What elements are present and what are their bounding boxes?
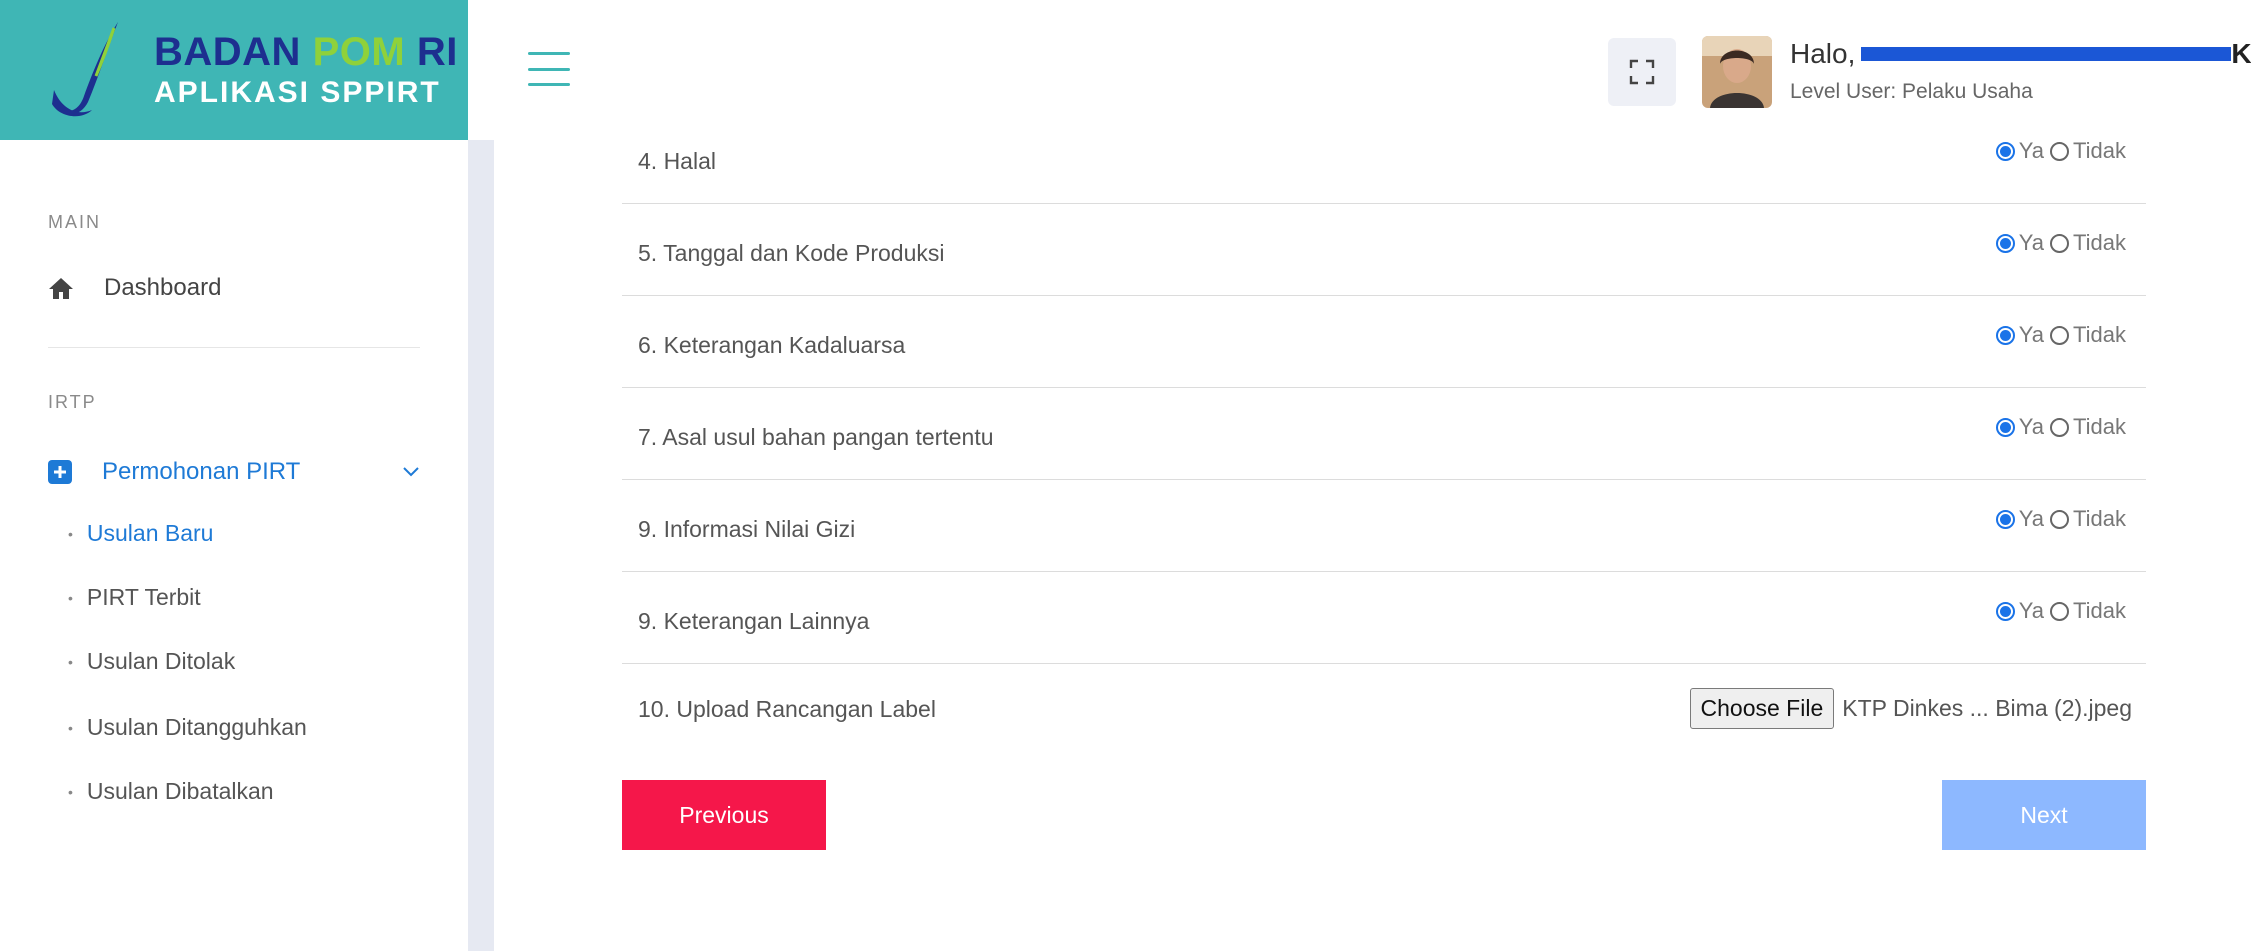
radio-group: Ya Tidak — [1995, 414, 2132, 440]
user-level: Level User: Pelaku Usaha — [1790, 80, 2033, 103]
brand-badan: BADAN — [154, 30, 301, 74]
radio-label-ya: Ya — [2018, 598, 2045, 623]
radio-label-ya: Ya — [2018, 138, 2045, 163]
sidebar-subitem-label: PIRT Terbit — [86, 584, 201, 610]
radio-tidak[interactable] — [2050, 509, 2070, 529]
radio-ya[interactable] — [1995, 417, 2015, 437]
sidebar-subitem-usulan-ditangguhkan[interactable]: • Usulan Ditangguhkan — [68, 714, 307, 741]
hamburger-icon[interactable] — [528, 52, 570, 86]
chevron-down-icon — [403, 467, 419, 477]
radio-group: Ya Tidak — [1995, 230, 2132, 256]
radio-group: Ya Tidak — [1995, 506, 2132, 532]
radio-label-ya: Ya — [2018, 414, 2045, 439]
form-label: 7. Asal usul bahan pangan tertentu — [638, 424, 994, 450]
radio-label-ya: Ya — [2018, 322, 2045, 347]
sidebar-section-main: MAIN — [48, 212, 101, 232]
radio-ya[interactable] — [1995, 509, 2015, 529]
brand-app-name: APLIKASI SPPIRT — [154, 76, 441, 109]
radio-group: Ya Tidak — [1995, 322, 2132, 348]
radio-label-ya: Ya — [2018, 506, 2045, 531]
form-label: 10. Upload Rancangan Label — [638, 696, 936, 722]
fullscreen-button[interactable] — [1608, 38, 1676, 106]
avatar[interactable] — [1702, 36, 1772, 108]
sidebar-subitem-usulan-ditolak[interactable]: • Usulan Ditolak — [68, 648, 235, 675]
form-row-informasi-nilai-gizi: 9. Informasi Nilai Gizi Ya Tidak — [622, 480, 2146, 572]
radio-group: Ya Tidak — [1995, 138, 2132, 164]
radio-label-tidak: Tidak — [2073, 598, 2126, 623]
form-row-keterangan-kadaluarsa: 6. Keterangan Kadaluarsa Ya Tidak — [622, 296, 2146, 388]
radio-label-tidak: Tidak — [2073, 414, 2126, 439]
sidebar-item-dashboard[interactable]: Dashboard — [48, 274, 221, 302]
radio-ya[interactable] — [1995, 601, 2015, 621]
radio-tidak[interactable] — [2050, 233, 2070, 253]
radio-ya[interactable] — [1995, 325, 2015, 345]
brand-logo[interactable]: BADAN POM RI APLIKASI SPPIRT — [0, 0, 468, 140]
home-icon — [49, 278, 73, 299]
pom-logo-icon — [52, 22, 118, 117]
user-greeting: Halo, K — [1790, 38, 2251, 70]
file-input[interactable]: Choose File KTP Dinkes ... Bima (2).jpeg — [1689, 688, 2132, 729]
sidebar-divider — [48, 347, 420, 348]
sidebar-subitem-label: Usulan Ditangguhkan — [86, 714, 307, 740]
form-label: 9. Keterangan Lainnya — [638, 608, 870, 634]
brand-ri: RI — [416, 30, 458, 74]
radio-tidak[interactable] — [2050, 601, 2070, 621]
form-row-upload-label: 10. Upload Rancangan Label Choose File K… — [622, 664, 2146, 756]
user-name-tail: K — [2231, 38, 2251, 69]
sidebar: MAIN Dashboard IRTP Permohonan PIRT • Usu… — [0, 140, 468, 951]
radio-ya[interactable] — [1995, 141, 2015, 161]
sidebar-gutter — [468, 140, 494, 951]
form-label: 6. Keterangan Kadaluarsa — [638, 332, 906, 358]
fullscreen-icon — [1629, 59, 1655, 85]
previous-button[interactable]: Previous — [622, 780, 826, 850]
brand-text: BADAN POM RI APLIKASI SPPIRT — [154, 32, 458, 108]
sidebar-subitem-label: Usulan Baru — [86, 520, 214, 546]
choose-file-button[interactable]: Choose File — [1689, 688, 1835, 729]
radio-label-tidak: Tidak — [2073, 138, 2126, 163]
radio-tidak[interactable] — [2050, 141, 2070, 161]
radio-ya[interactable] — [1995, 233, 2015, 253]
sidebar-section-irtp: IRTP — [48, 392, 97, 412]
radio-label-ya: Ya — [2018, 230, 2045, 255]
radio-group: Ya Tidak — [1995, 598, 2132, 624]
radio-label-tidak: Tidak — [2073, 230, 2126, 255]
sidebar-subitem-label: Usulan Dibatalkan — [86, 778, 274, 804]
greeting-text: Halo, — [1790, 38, 1856, 69]
redacted-name — [1861, 46, 2232, 61]
sidebar-subitem-pirt-terbit[interactable]: • PIRT Terbit — [68, 584, 201, 611]
file-name: KTP Dinkes ... Bima (2).jpeg — [1842, 695, 2132, 721]
form-row-tanggal-kode-produksi: 5. Tanggal dan Kode Produksi Ya Tidak — [622, 204, 2146, 296]
sidebar-item-label: Dashboard — [104, 274, 222, 301]
brand-pom: POM — [312, 30, 406, 74]
radio-label-tidak: Tidak — [2073, 506, 2126, 531]
sidebar-subitem-label: Usulan Ditolak — [86, 648, 236, 674]
radio-tidak[interactable] — [2050, 325, 2070, 345]
sidebar-item-label: Permohonan PIRT — [102, 458, 301, 485]
form-label: 5. Tanggal dan Kode Produksi — [638, 240, 945, 266]
sidebar-item-permohonan-pirt[interactable]: Permohonan PIRT — [48, 458, 428, 486]
form-row-asal-usul-bahan: 7. Asal usul bahan pangan tertentu Ya Ti… — [622, 388, 2146, 480]
radio-tidak[interactable] — [2050, 417, 2070, 437]
form-label: 9. Informasi Nilai Gizi — [638, 516, 856, 542]
next-button[interactable]: Next — [1942, 780, 2146, 850]
sidebar-subitem-usulan-baru[interactable]: • Usulan Baru — [68, 520, 213, 547]
plus-square-icon — [48, 460, 72, 484]
sidebar-subitem-usulan-dibatalkan[interactable]: • Usulan Dibatalkan — [68, 778, 274, 805]
form-row-keterangan-lainnya: 9. Keterangan Lainnya Ya Tidak — [622, 572, 2146, 664]
form-label: 4. Halal — [638, 148, 716, 174]
form-row-halal: 4. Halal Ya Tidak — [622, 112, 2146, 204]
radio-label-tidak: Tidak — [2073, 322, 2126, 347]
